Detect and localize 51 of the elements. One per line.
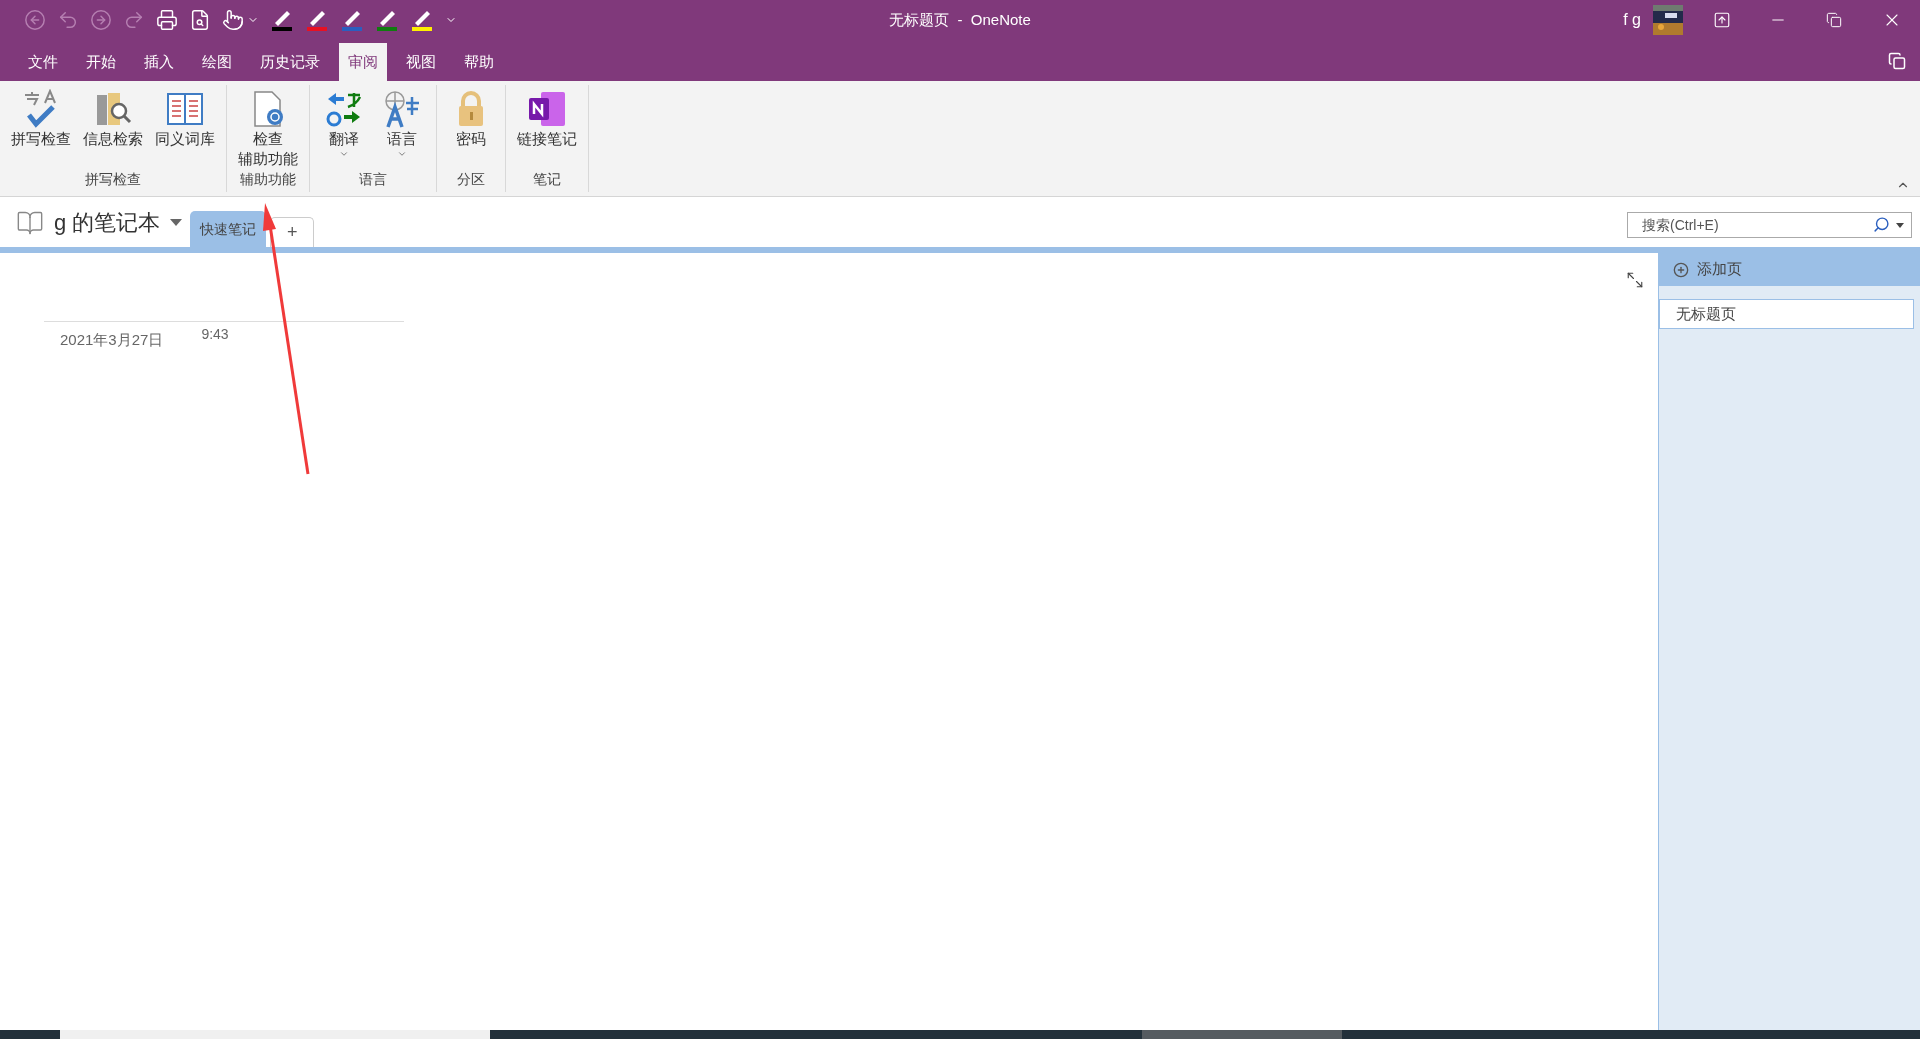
pen-icon[interactable] <box>410 9 434 31</box>
add-icon <box>1673 261 1689 278</box>
ribbon-button[interactable]: 同义词库 <box>150 85 220 169</box>
notebook-name[interactable]: g 的笔记本 <box>54 206 161 239</box>
user-name[interactable]: f g <box>1623 8 1641 32</box>
menu-tab[interactable]: 绘图 <box>193 43 241 81</box>
caret-icon <box>397 149 407 159</box>
preview-icon[interactable] <box>189 9 211 31</box>
display-mode-icon[interactable] <box>1713 11 1731 29</box>
print-icon[interactable] <box>156 9 178 31</box>
window-title: 无标题页 - OneNote <box>889 9 1031 30</box>
menu-tab[interactable]: 开始 <box>77 43 125 81</box>
page-list-item[interactable]: 无标题页 <box>1659 299 1914 329</box>
notebook-app-icon <box>527 89 567 129</box>
ribbon-button[interactable]: 语言 <box>374 85 430 169</box>
ribbon-button[interactable]: 翻译 <box>316 85 372 169</box>
pen-icon[interactable] <box>375 9 399 31</box>
search-icon[interactable] <box>1873 216 1890 233</box>
ribbon-button[interactable]: 检查 辅助功能 <box>233 85 303 169</box>
expand-icon[interactable] <box>1626 271 1644 289</box>
feed-icon[interactable] <box>1888 52 1906 70</box>
restore-icon[interactable] <box>1826 12 1842 28</box>
pen-icon[interactable] <box>305 9 329 31</box>
menu-tab[interactable]: 视图 <box>397 43 445 81</box>
group-label: 语言 <box>358 170 388 189</box>
search-field[interactable]: 搜索(Ctrl+E) <box>1627 212 1912 238</box>
menu-tab[interactable]: 审阅 <box>339 43 387 81</box>
caret-icon <box>339 149 349 159</box>
page-time: 9:43 <box>201 325 229 344</box>
section-tab[interactable]: 快速笔记 <box>190 211 267 247</box>
ribbon-button[interactable]: 信息检索 <box>78 85 148 169</box>
pen-icon[interactable] <box>340 9 364 31</box>
globe-language-icon <box>382 89 422 129</box>
caret-icon[interactable] <box>1896 223 1904 228</box>
touch-icon[interactable] <box>222 9 244 31</box>
group-label: 分区 <box>456 170 486 189</box>
menu-tab[interactable]: 文件 <box>19 43 67 81</box>
group-label: 笔记 <box>532 170 562 189</box>
add-section-tab[interactable]: + <box>270 217 315 247</box>
ribbon-button[interactable]: 密码 <box>443 85 499 169</box>
dropdown-icon[interactable] <box>170 218 183 227</box>
page-date: 2021年3月27日 <box>60 330 164 350</box>
ribbon-button[interactable]: 链接笔记 <box>512 85 582 169</box>
menu-tab[interactable]: 历史记录 <box>251 43 329 81</box>
pen-icon[interactable] <box>270 9 294 31</box>
add-page-button[interactable]: 添加页 <box>1659 253 1920 286</box>
group-label: 拼写检查 <box>84 170 142 189</box>
group-label: 辅助功能 <box>239 170 297 189</box>
menu-tab[interactable]: 插入 <box>135 43 183 81</box>
ribbon-button[interactable]: 拼写检查 <box>6 85 76 169</box>
menu-tab[interactable]: 帮助 <box>455 43 503 81</box>
